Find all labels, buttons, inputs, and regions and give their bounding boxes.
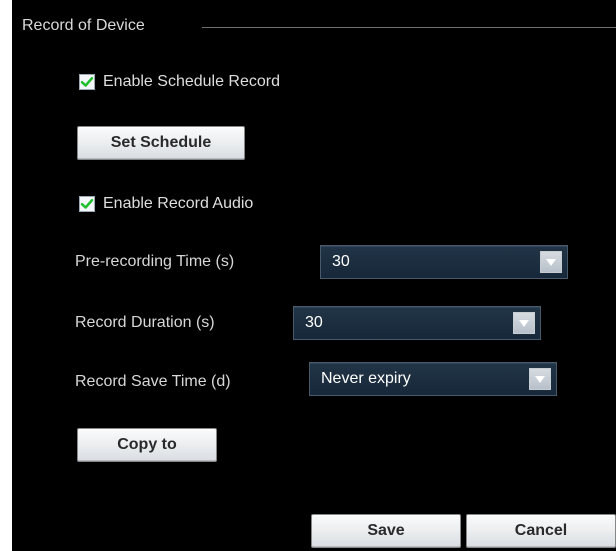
check-icon — [80, 198, 94, 209]
cancel-button[interactable]: Cancel — [466, 514, 616, 548]
record-save-time-label: Record Save Time (d) — [75, 373, 231, 390]
pre-recording-time-select[interactable]: 30 — [320, 245, 568, 279]
set-schedule-button[interactable]: Set Schedule — [77, 126, 245, 160]
enable-schedule-record-label: Enable Schedule Record — [103, 73, 281, 90]
section-title: Record of Device — [22, 17, 145, 34]
chevron-down-icon[interactable] — [513, 312, 535, 334]
chevron-down-shape — [546, 258, 556, 266]
save-button[interactable]: Save — [311, 514, 461, 548]
pre-recording-time-value: 30 — [332, 253, 350, 270]
chevron-down-shape — [519, 319, 529, 327]
record-settings-panel: Record of Device Enable Schedule Record … — [12, 0, 616, 551]
chevron-down-icon[interactable] — [540, 251, 562, 273]
chevron-down-icon[interactable] — [529, 368, 551, 390]
check-icon — [80, 76, 94, 87]
record-duration-label: Record Duration (s) — [75, 314, 215, 331]
record-duration-select[interactable]: 30 — [293, 306, 541, 340]
enable-record-audio-option[interactable]: Enable Record Audio — [79, 194, 253, 214]
enable-schedule-record-checkbox[interactable] — [79, 74, 95, 90]
enable-record-audio-label: Enable Record Audio — [103, 195, 254, 212]
enable-schedule-record-option[interactable]: Enable Schedule Record — [79, 72, 280, 92]
copy-to-button[interactable]: Copy to — [77, 428, 217, 462]
pre-recording-time-label: Pre-recording Time (s) — [75, 253, 235, 270]
section-divider — [202, 27, 616, 28]
record-save-time-value: Never expiry — [321, 370, 411, 387]
record-save-time-select[interactable]: Never expiry — [309, 362, 557, 396]
enable-record-audio-checkbox[interactable] — [79, 196, 95, 212]
chevron-down-shape — [535, 375, 545, 383]
record-duration-value: 30 — [305, 314, 323, 331]
